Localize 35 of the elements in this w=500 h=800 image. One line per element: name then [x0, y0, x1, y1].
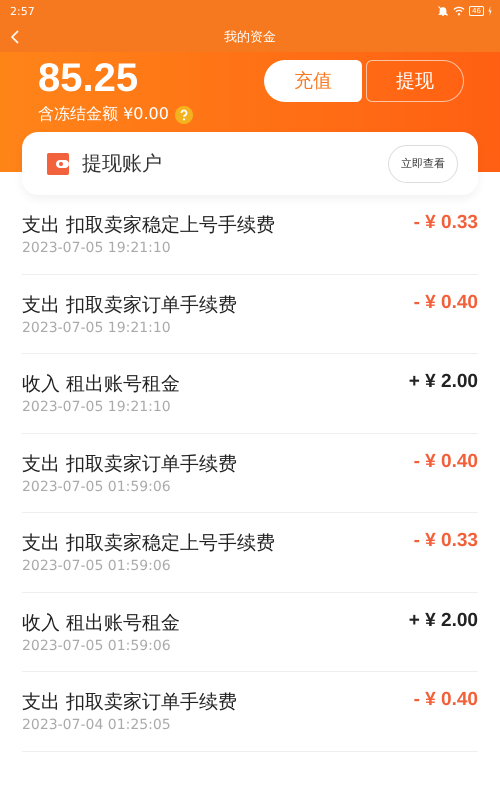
status-time: 2:57	[10, 4, 35, 18]
transaction-time: 2023-07-04 01:25:05	[22, 717, 172, 734]
transaction-time: 2023-07-05 01:59:06	[22, 478, 172, 495]
transaction-time: 2023-07-05 19:21:10	[22, 399, 172, 416]
transaction-title: 收入 租出账号租金	[22, 610, 180, 636]
transaction-amount: - ¥ 0.40	[414, 689, 478, 712]
frozen-amount-label: 含冻结金额 ¥0.00	[38, 104, 169, 125]
transaction-title: 支出 扣取卖家订单手续费	[22, 690, 238, 716]
transaction-title: 支出 扣取卖家稳定上号手续费	[22, 531, 276, 556]
transaction-time: 2023-07-05 19:21:10	[22, 240, 172, 256]
transaction-time: 2023-07-05 19:21:10	[22, 320, 172, 336]
view-button[interactable]: 立即查看	[388, 144, 458, 182]
transaction-amount: + ¥ 2.00	[408, 371, 478, 394]
transaction-amount: - ¥ 0.33	[414, 212, 478, 234]
transaction-title: 支出 扣取卖家订单手续费	[22, 452, 238, 477]
wallet-icon	[47, 152, 69, 174]
back-icon[interactable]	[10, 30, 20, 44]
action-button[interactable]: 充值	[264, 60, 362, 102]
wifi-icon	[453, 6, 466, 16]
transaction-title: 支出 扣取卖家稳定上号手续费	[22, 213, 276, 238]
transaction-amount: - ¥ 0.40	[414, 292, 478, 314]
transaction-amount: - ¥ 0.40	[414, 450, 478, 473]
transaction-amount: + ¥ 2.00	[408, 610, 478, 632]
transaction-title: 收入 租出账号租金	[22, 372, 180, 398]
transaction-time: 2023-07-05 01:59:06	[22, 558, 172, 574]
balance-amount: 85.25	[38, 56, 140, 100]
help-icon[interactable]	[174, 106, 193, 124]
transaction-title: 支出 扣取卖家订单手续费	[22, 292, 238, 318]
account-title: 提现账户	[82, 150, 163, 177]
charging-icon	[488, 6, 492, 16]
transaction-time: 2023-07-05 01:59:06	[22, 638, 172, 654]
muted-bell-icon	[437, 5, 450, 17]
action-button[interactable]: 提现	[366, 60, 464, 102]
transaction-amount: - ¥ 0.33	[414, 530, 478, 552]
page-title: 我的资金	[224, 29, 276, 46]
